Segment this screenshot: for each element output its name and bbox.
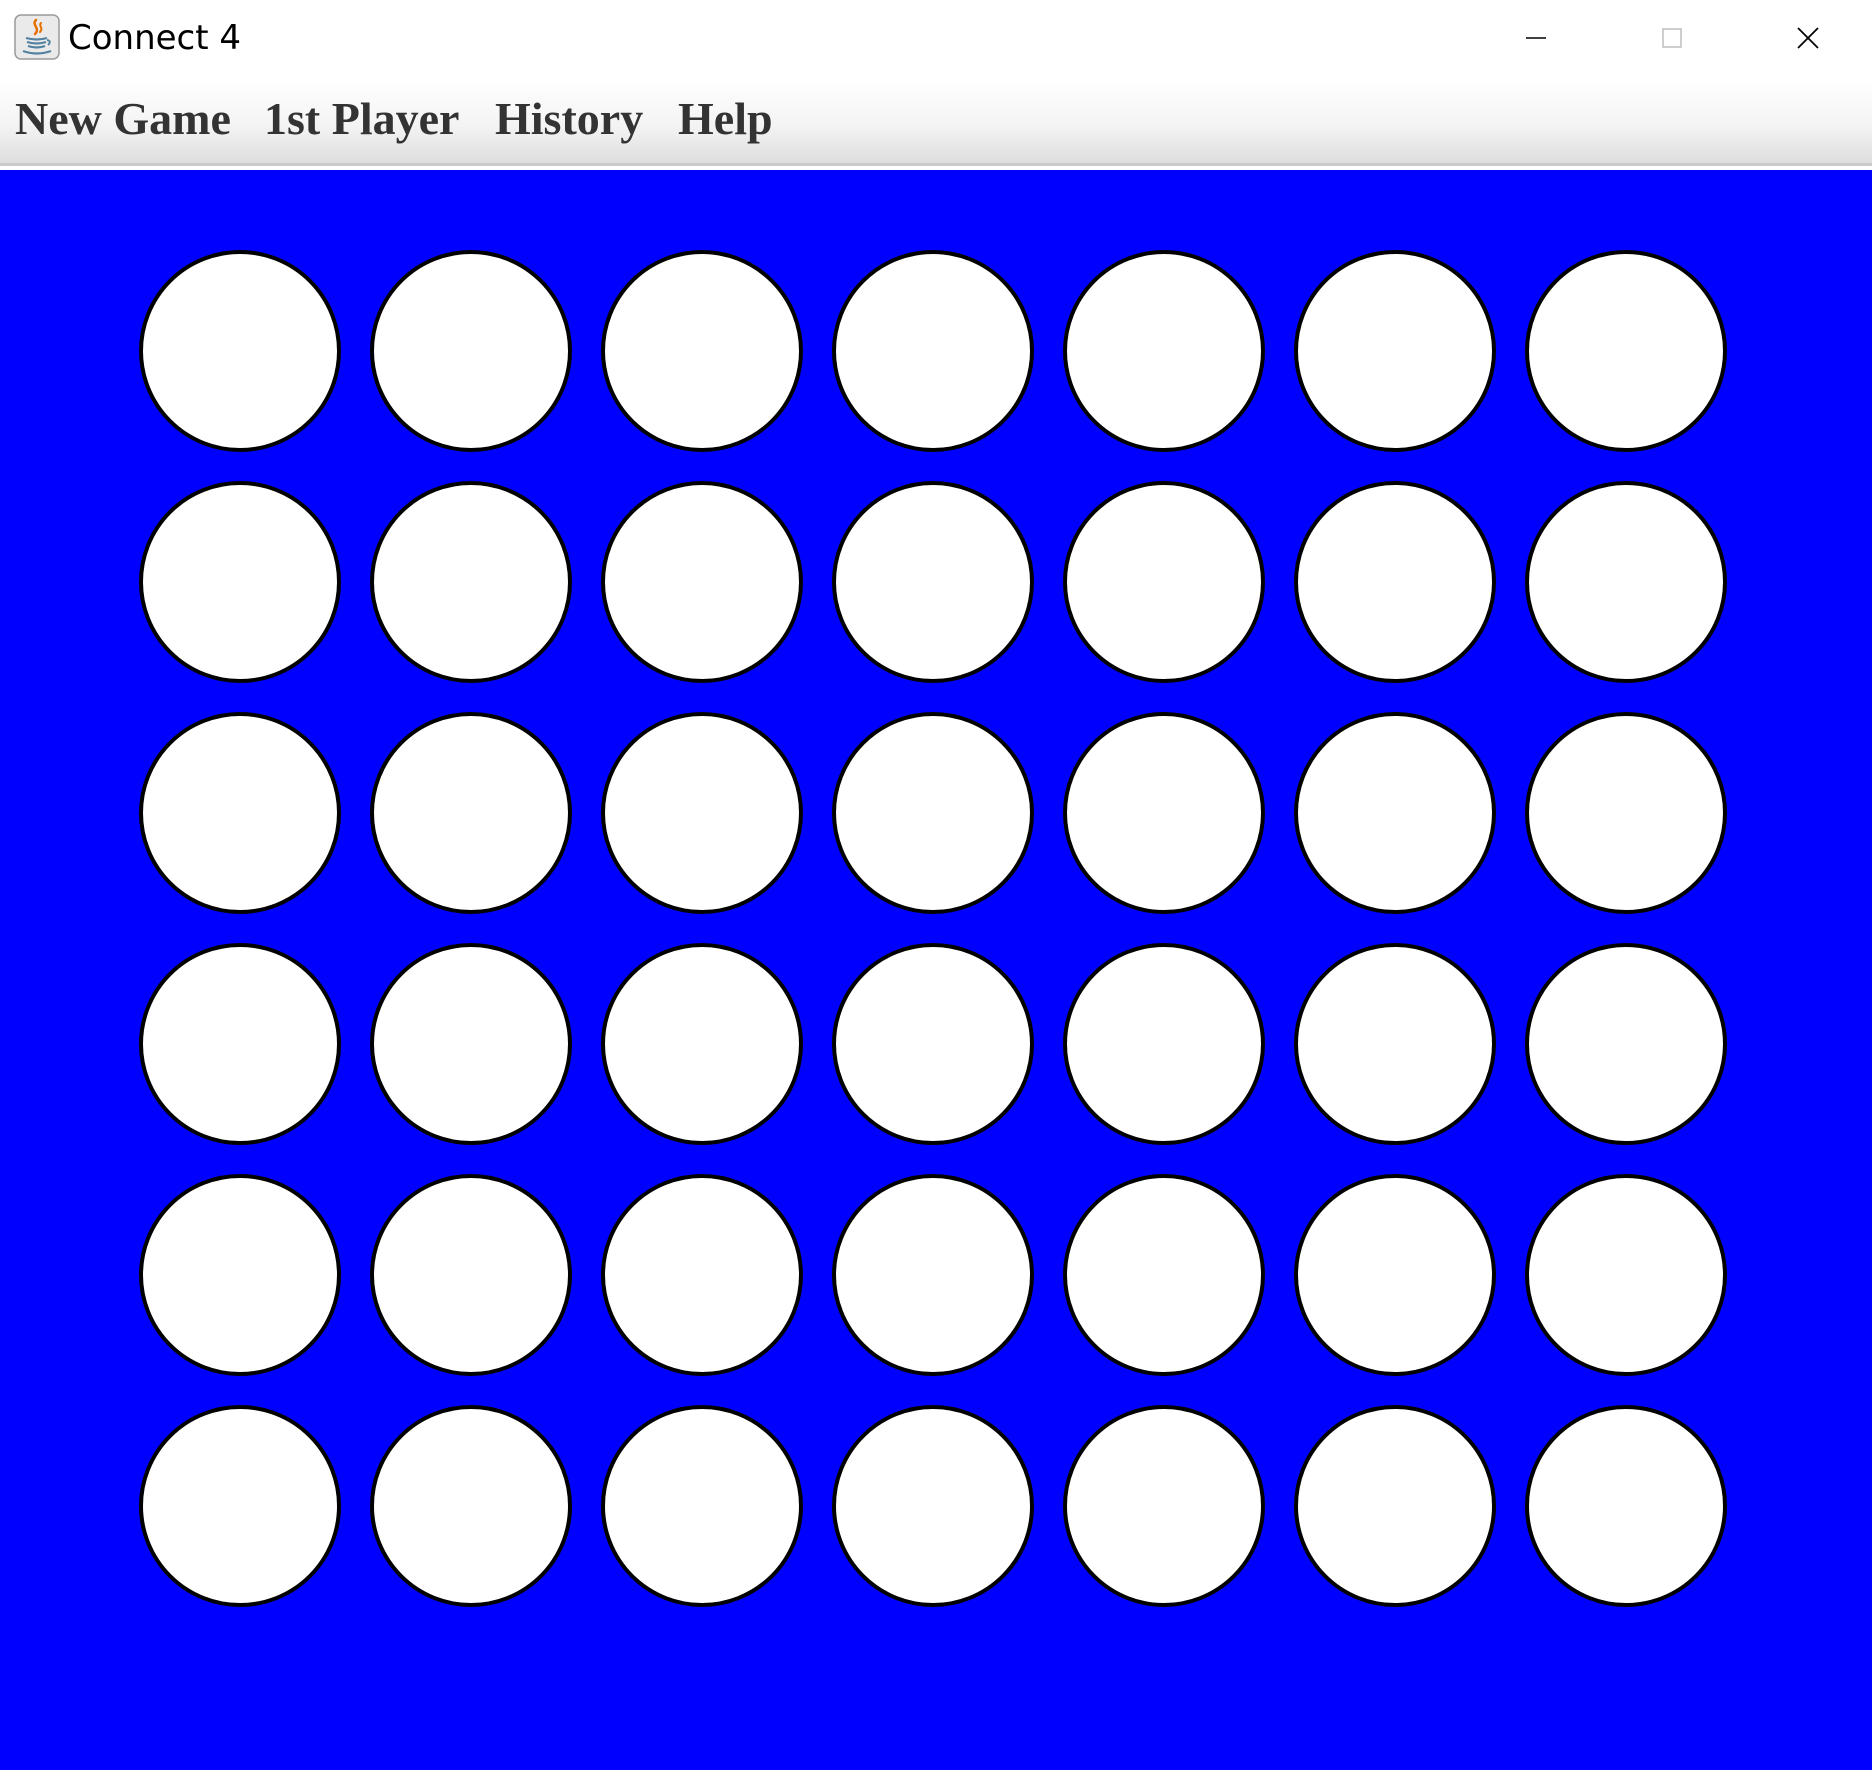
board-slot[interactable]: [1294, 1405, 1496, 1607]
minimize-icon: [1526, 37, 1546, 39]
board-slot[interactable]: [370, 712, 572, 914]
menu-bar: New Game 1st Player History Help: [0, 78, 1872, 166]
board-slot[interactable]: [1063, 1174, 1265, 1376]
board-slot[interactable]: [601, 712, 803, 914]
board-slot[interactable]: [601, 1405, 803, 1607]
board-slot[interactable]: [1294, 481, 1496, 683]
board-slot[interactable]: [139, 943, 341, 1145]
board-slot[interactable]: [370, 1174, 572, 1376]
menu-history[interactable]: History: [495, 92, 643, 146]
board-slot[interactable]: [601, 943, 803, 1145]
menu-new-game[interactable]: New Game: [15, 92, 231, 146]
board-slot[interactable]: [1525, 712, 1727, 914]
board-slot[interactable]: [1525, 1405, 1727, 1607]
board-slot[interactable]: [1063, 1405, 1265, 1607]
board-slot[interactable]: [601, 481, 803, 683]
board-slot[interactable]: [601, 1174, 803, 1376]
board-slot[interactable]: [832, 1405, 1034, 1607]
minimize-button[interactable]: [1468, 0, 1604, 76]
menu-help[interactable]: Help: [678, 92, 773, 146]
maximize-button[interactable]: [1604, 0, 1740, 76]
board-slot[interactable]: [1525, 481, 1727, 683]
board-slot[interactable]: [832, 943, 1034, 1145]
maximize-icon: [1662, 28, 1682, 48]
board-slot[interactable]: [1063, 943, 1265, 1145]
menu-first-player[interactable]: 1st Player: [264, 92, 459, 146]
board-slot[interactable]: [139, 1405, 341, 1607]
board-slot[interactable]: [1525, 250, 1727, 452]
title-bar[interactable]: Connect 4: [0, 0, 1872, 78]
close-icon: [1797, 27, 1819, 49]
game-board[interactable]: [0, 170, 1872, 1770]
board-slot[interactable]: [832, 250, 1034, 452]
board-slot[interactable]: [1063, 481, 1265, 683]
board-slot[interactable]: [601, 250, 803, 452]
java-cup-icon: [14, 14, 60, 60]
board-slot[interactable]: [832, 481, 1034, 683]
board-slot[interactable]: [1525, 1174, 1727, 1376]
board-slot[interactable]: [139, 1174, 341, 1376]
board-slot[interactable]: [1294, 943, 1496, 1145]
app-window: Connect 4 New Game 1st Player History He…: [0, 0, 1872, 1770]
board-slot[interactable]: [1063, 250, 1265, 452]
board-slot[interactable]: [1294, 250, 1496, 452]
board-slot[interactable]: [1294, 1174, 1496, 1376]
board-slot[interactable]: [370, 250, 572, 452]
board-slot[interactable]: [1525, 943, 1727, 1145]
board-slot[interactable]: [139, 712, 341, 914]
board-slot[interactable]: [1063, 712, 1265, 914]
board-slot[interactable]: [139, 481, 341, 683]
board-slot[interactable]: [139, 250, 341, 452]
board-slot[interactable]: [370, 1405, 572, 1607]
board-slot[interactable]: [370, 481, 572, 683]
board-slot[interactable]: [832, 712, 1034, 914]
board-slot[interactable]: [1294, 712, 1496, 914]
close-button[interactable]: [1740, 0, 1872, 76]
board-slot[interactable]: [370, 943, 572, 1145]
board-slot[interactable]: [832, 1174, 1034, 1376]
window-title: Connect 4: [68, 18, 242, 58]
board-grid[interactable]: [0, 170, 1872, 1770]
